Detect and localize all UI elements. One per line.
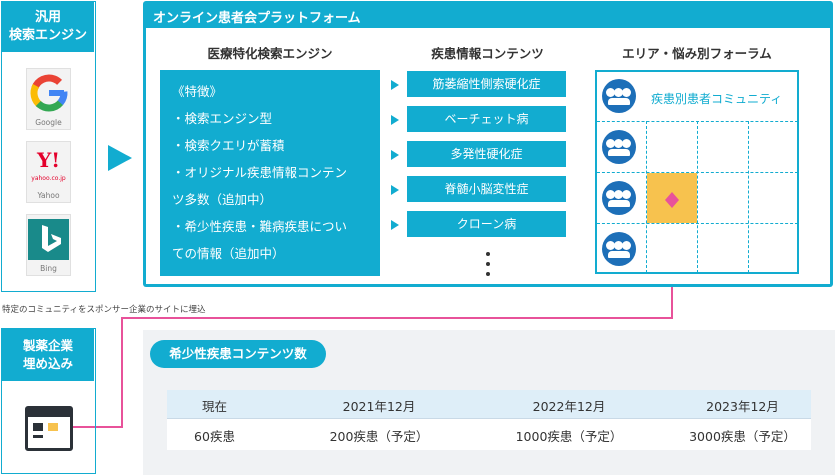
community-users-icon: [602, 130, 636, 164]
pharma-embed-header: 製薬企業 埋め込み: [2, 329, 94, 381]
more-dots-icon: [486, 262, 490, 266]
header-cell: 2021年12月: [342, 399, 416, 414]
sponsor-site-icon: [25, 406, 73, 451]
rare-disease-title: 希少性疾患コンテンツ数: [150, 340, 326, 368]
grid-line: [748, 121, 749, 273]
community-users-icon: [602, 181, 636, 215]
embed-note: 特定のコミュニティをスポンサー企業のサイトに埋込: [2, 305, 206, 315]
grid-line: [646, 121, 647, 273]
topic-bullet-icon: [391, 80, 399, 90]
header-cell: 2023年12月: [706, 399, 779, 414]
pharma-embed-panel: 製薬企業 埋め込み: [1, 328, 96, 474]
topic-item[interactable]: 脊髄小脳変性症: [407, 176, 566, 202]
grid-line: [597, 223, 798, 224]
header-cell: 現在: [201, 399, 227, 414]
grid-line: [597, 172, 798, 173]
google-g-icon: [30, 74, 68, 112]
more-dots-icon: [486, 272, 490, 276]
topic-item[interactable]: ベーチェット病: [407, 106, 566, 132]
more-dots-icon: [486, 252, 490, 256]
topic-item[interactable]: 筋萎縮性側索硬化症: [407, 71, 566, 97]
topic-bullet-icon: [391, 150, 399, 160]
bing-logo: Bing: [26, 214, 71, 276]
value-cell: 200疾患（予定）: [329, 429, 429, 444]
community-users-icon: [602, 79, 636, 113]
value-cell: 3000疾患（予定）: [689, 429, 796, 444]
forum-label: 疾患別患者コミュニティ: [651, 92, 783, 106]
topic-item[interactable]: クローン病: [407, 211, 566, 237]
topic-bullet-icon: [391, 115, 399, 125]
col-disease-content-title: 疾患情報コンテンツ: [431, 46, 544, 61]
link-point-icon: [665, 192, 679, 208]
value-cell: 1000疾患（予定）: [515, 429, 623, 444]
header-cell: 2022年12月: [532, 399, 606, 414]
grid-line: [697, 121, 698, 273]
google-logo: Google: [26, 68, 71, 130]
col-forum-title: エリア・悩み別フォーラム: [622, 46, 772, 61]
grid-line: [597, 121, 798, 122]
features-box: 《特徴》 ・検索エンジン型 ・検索クエリが蓄積 ・オリジナル疾患情報コンテン ツ…: [160, 70, 380, 276]
platform-title: オンライン患者会プラットフォーム: [153, 11, 361, 26]
topic-bullet-icon: [391, 185, 399, 195]
topic-item[interactable]: 多発性硬化症: [407, 141, 566, 167]
general-search-engines-header: 汎用 検索エンジン: [2, 2, 94, 52]
yahoo-logo: Y! yahoo.co.jp Yahoo: [26, 141, 71, 203]
community-users-icon: [602, 232, 636, 266]
flow-arrow-icon: [108, 145, 132, 171]
bing-icon: [28, 219, 69, 260]
general-search-engines-panel: 汎用 検索エンジン Google Y! yahoo.co.jp Yahoo Bi…: [1, 1, 96, 292]
value-cell: 60疾患: [194, 429, 235, 444]
col-search-engine-title: 医療特化検索エンジン: [207, 46, 333, 61]
topic-bullet-icon: [391, 220, 399, 230]
